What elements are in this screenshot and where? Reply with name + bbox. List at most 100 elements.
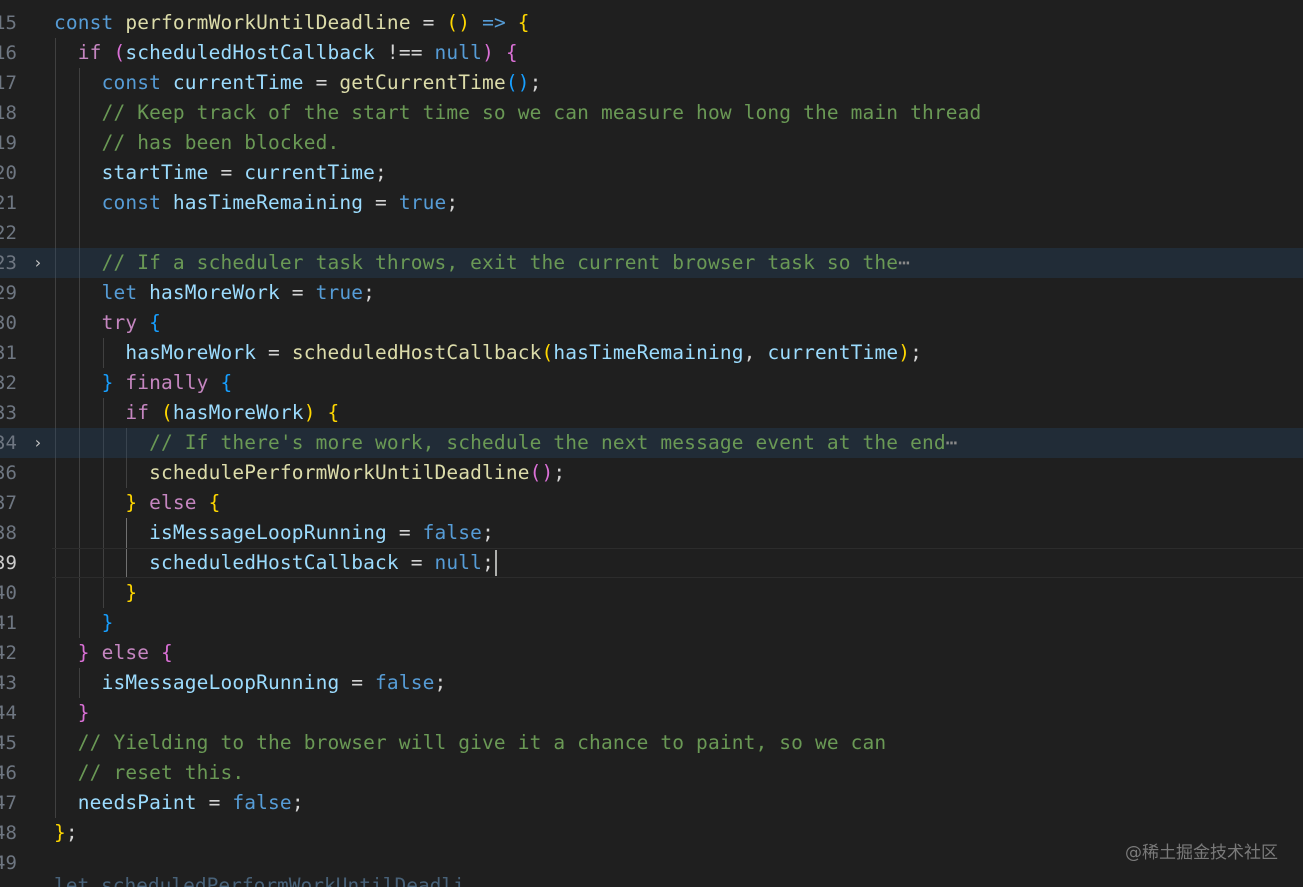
code-line[interactable]: 34 › // If there's more work, schedule th… [0, 428, 1303, 458]
code-line[interactable]: 23 › // If a scheduler task throws, exit … [0, 248, 1303, 278]
code-editor[interactable]: 15 const performWorkUntilDeadline = () =>… [0, 0, 1303, 887]
line-number: 36 [0, 462, 17, 484]
code-line[interactable]: 18 // Keep track of the start time so we… [0, 98, 1303, 128]
code-line[interactable]: 41 } [0, 608, 1303, 638]
code-line[interactable]: 36 schedulePerformWorkUntilDeadline(); [0, 458, 1303, 488]
code-text[interactable]: } [54, 608, 114, 638]
code-line[interactable]: 31 hasMoreWork = scheduledHostCallback(h… [0, 338, 1303, 368]
code-token: false [232, 791, 292, 814]
code-text[interactable]: needsPaint = false; [54, 788, 304, 818]
code-text[interactable]: try { [54, 308, 161, 338]
code-text[interactable]: isMessageLoopRunning = false; [54, 518, 494, 548]
code-line[interactable]: 30 try { [0, 308, 1303, 338]
line-number: 45 [0, 732, 17, 754]
code-token: const [101, 71, 173, 94]
code-text[interactable]: startTime = currentTime; [54, 158, 387, 188]
code-token: = [256, 341, 292, 364]
code-comment: // reset this. [77, 761, 245, 784]
code-text[interactable]: let hasMoreWork = true; [54, 278, 375, 308]
code-text[interactable]: if (hasMoreWork) { [54, 398, 339, 428]
code-line[interactable]: 16 if (scheduledHostCallback !== null) { [0, 38, 1303, 68]
code-token: hasTimeRemaining [553, 341, 744, 364]
code-text[interactable]: const performWorkUntilDeadline = () => { [54, 8, 530, 38]
code-text[interactable]: } else { [54, 638, 173, 668]
code-text[interactable]: schedulePerformWorkUntilDeadline(); [54, 458, 565, 488]
code-token: hasMoreWork [125, 341, 257, 364]
code-line[interactable]: 40 } [0, 578, 1303, 608]
code-text[interactable]: } else { [54, 488, 220, 518]
code-line[interactable]: 48}; [0, 818, 1303, 848]
line-number: 16 [0, 42, 17, 64]
code-line[interactable]: 43 isMessageLoopRunning = false; [0, 668, 1303, 698]
code-line[interactable]: 33 if (hasMoreWork) { [0, 398, 1303, 428]
line-number: 34 [0, 432, 17, 454]
code-text[interactable]: // If a scheduler task throws, exit the … [54, 248, 910, 278]
code-token: ) [303, 401, 316, 424]
code-token: else [149, 491, 209, 514]
code-line[interactable]: 17 const currentTime = getCurrentTime(); [0, 68, 1303, 98]
code-token: } [54, 821, 66, 844]
line-number: 47 [0, 792, 17, 814]
code-text[interactable]: } finally { [54, 368, 233, 398]
code-line[interactable]: 15 const performWorkUntilDeadline = () =>… [0, 8, 1303, 38]
line-number: 39 [0, 552, 17, 574]
code-text[interactable]: hasMoreWork = scheduledHostCallback(hasT… [54, 338, 922, 368]
code-line[interactable]: 39 scheduledHostCallback = null; [0, 548, 1303, 578]
code-line[interactable]: 47 needsPaint = false; [0, 788, 1303, 818]
code-line[interactable]: 38 isMessageLoopRunning = false; [0, 518, 1303, 548]
code-text[interactable]: // has been blocked. [54, 128, 340, 158]
code-text[interactable]: } [54, 698, 90, 728]
code-text[interactable]: // reset this. [54, 758, 244, 788]
code-line[interactable]: 45 // Yielding to the browser will give … [0, 728, 1303, 758]
code-token: ; [375, 161, 387, 184]
code-line[interactable]: 42 } else { [0, 638, 1303, 668]
code-text[interactable]: const currentTime = getCurrentTime(); [54, 68, 542, 98]
code-text[interactable]: scheduledHostCallback = null; [54, 548, 494, 578]
line-number: 17 [0, 72, 17, 94]
fold-ellipsis-icon: ⋯ [898, 251, 911, 274]
partial-code-line: let scheduledPerformWorkUntilDeadli [54, 874, 465, 887]
code-text[interactable]: if (scheduledHostCallback !== null) { [54, 38, 518, 68]
code-text[interactable]: isMessageLoopRunning = false; [54, 668, 447, 698]
code-text[interactable]: // Yielding to the browser will give it … [54, 728, 886, 758]
code-token: scheduledHostCallback [125, 41, 376, 64]
code-text[interactable]: const hasTimeRemaining = true; [54, 188, 459, 218]
code-line[interactable]: 32 } finally { [0, 368, 1303, 398]
code-text[interactable]: // If there's more work, schedule the ne… [54, 428, 958, 458]
code-comment: // Yielding to the browser will give it … [77, 731, 887, 754]
code-line[interactable]: 37 } else { [0, 488, 1303, 518]
line-number: 40 [0, 582, 17, 604]
code-token: , [743, 341, 768, 364]
line-number: 23 [0, 252, 17, 274]
code-token: false [422, 521, 483, 544]
chevron-right-icon[interactable]: › [33, 428, 47, 458]
code-token: ; [65, 821, 78, 844]
code-line[interactable]: 21 const hasTimeRemaining = true; [0, 188, 1303, 218]
code-line[interactable]: 29 let hasMoreWork = true; [0, 278, 1303, 308]
code-text[interactable]: } [54, 578, 137, 608]
code-text[interactable]: }; [54, 818, 78, 848]
code-token: ; [434, 671, 447, 694]
code-line[interactable]: 19 // has been blocked. [0, 128, 1303, 158]
code-line[interactable]: 20 startTime = currentTime; [0, 158, 1303, 188]
code-token: try [101, 311, 150, 334]
code-line[interactable]: 46 // reset this. [0, 758, 1303, 788]
code-token: { [517, 11, 530, 34]
chevron-right-icon[interactable]: › [33, 248, 47, 278]
code-text[interactable]: // Keep track of the start time so we ca… [54, 98, 982, 128]
code-token: } [125, 491, 138, 514]
line-number: 29 [0, 282, 17, 304]
code-line[interactable]: 22 [0, 218, 1303, 248]
line-number: 21 [0, 192, 17, 214]
code-token: currentTime [244, 161, 376, 184]
code-token: !== [375, 41, 435, 64]
code-line[interactable]: 44 } [0, 698, 1303, 728]
